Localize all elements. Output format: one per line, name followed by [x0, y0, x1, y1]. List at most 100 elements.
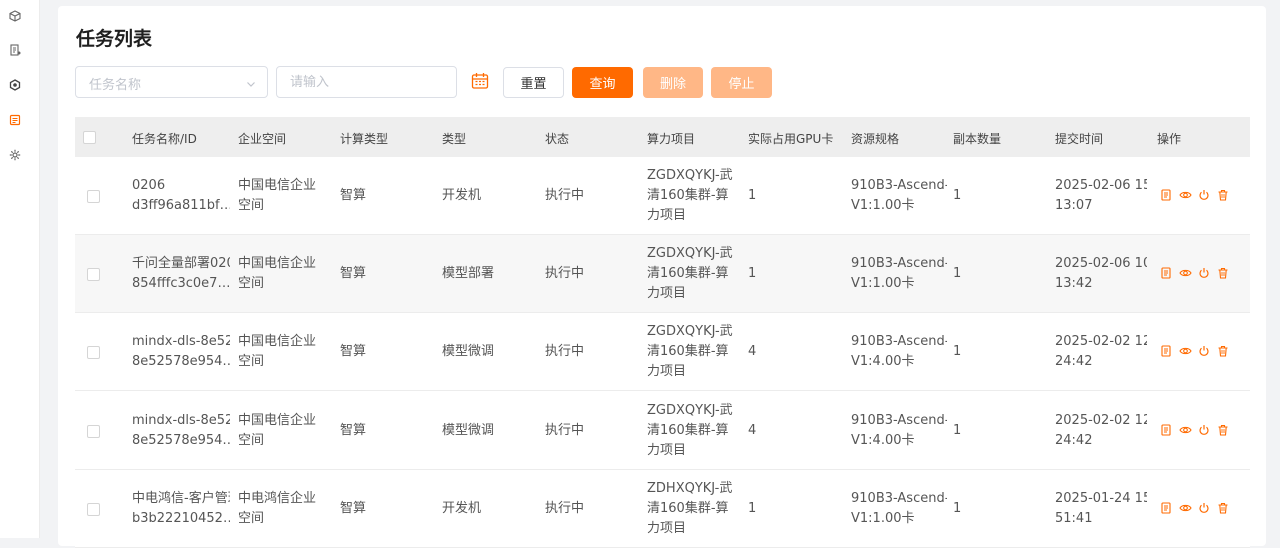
time-line: 13:42: [1055, 276, 1093, 292]
type-cell: 开发机: [442, 500, 482, 516]
trash-icon[interactable]: [1216, 188, 1230, 202]
submit-time-cell: 2025-02-06 10: 13:42: [1055, 254, 1147, 294]
project-line: 清160集群-算: [647, 422, 729, 438]
column-header-type: 类型: [442, 132, 467, 146]
log-icon[interactable]: [1159, 266, 1173, 280]
time-line: 24:42: [1055, 354, 1093, 370]
space-line: 中国电信企业: [238, 178, 317, 193]
row-checkbox[interactable]: [87, 502, 100, 516]
view-icon[interactable]: [1178, 344, 1192, 358]
row-checkbox[interactable]: [87, 424, 100, 438]
project-line: 清160集群-算: [647, 500, 729, 516]
query-button[interactable]: 查询: [572, 67, 633, 98]
settings-icon[interactable]: [8, 148, 22, 162]
space-cell: 中国电信企业 空间: [238, 254, 330, 294]
model-icon[interactable]: [8, 78, 22, 92]
view-icon[interactable]: [1178, 266, 1192, 280]
task-list-icon[interactable]: [8, 113, 22, 127]
column-header-time: 提交时间: [1055, 132, 1104, 146]
table-row[interactable]: mindx-dls-8e52578e52578e954…中国电信企业空间智算模型…: [75, 313, 1250, 392]
time-line: 24:42: [1055, 432, 1093, 448]
task-name-cell[interactable]: 0206 d3ff96a811bf…: [132, 176, 230, 216]
task-name-cell[interactable]: 千问全量部署0206 854fffc3c0e7…: [132, 254, 230, 294]
time-line: 51:41: [1055, 510, 1093, 526]
search-input[interactable]: [276, 66, 457, 98]
project-line: ZGDXQYKJ-武: [647, 324, 733, 340]
project-cell: ZGDXQYKJ-武 清160集群-算 力项目: [647, 244, 743, 304]
submit-time-cell: 2025-02-02 12: 24:42: [1055, 411, 1147, 451]
power-icon[interactable]: [1197, 423, 1211, 437]
spec-line: 910B3-Ascend-: [851, 490, 947, 506]
select-all-checkbox[interactable]: [83, 131, 96, 144]
table-row[interactable]: mindx-dls-8e52578e52578e954…中国电信企业空间智算模型…: [75, 391, 1250, 470]
type-cell: 模型部署: [442, 266, 495, 282]
cube-icon[interactable]: [8, 9, 22, 23]
space-cell: 中国电信企业 空间: [238, 411, 330, 451]
chevron-down-icon: [245, 75, 257, 94]
compute-type-cell: 智算: [340, 188, 367, 203]
time-line: 2025-02-02 12:: [1055, 412, 1147, 428]
column-header-replicas: 副本数量: [953, 132, 1002, 146]
task-name-cell[interactable]: mindx-dls-8e5257 8e52578e954…: [132, 332, 230, 372]
stop-button[interactable]: 停止: [711, 67, 772, 98]
compute-type-cell: 智算: [340, 266, 367, 282]
view-icon[interactable]: [1178, 188, 1192, 202]
project-line: 力项目: [647, 364, 687, 380]
row-checkbox[interactable]: [87, 190, 100, 203]
row-checkbox[interactable]: [87, 268, 100, 282]
power-icon[interactable]: [1197, 344, 1211, 358]
project-line: ZDHXQYKJ-武: [647, 480, 733, 496]
task-name-select[interactable]: 任务名称: [75, 66, 268, 98]
project-line: 清160集群-算: [647, 344, 729, 360]
row-actions: [1159, 423, 1230, 437]
row-actions: [1159, 188, 1230, 202]
power-icon[interactable]: [1197, 188, 1211, 202]
spec-line: 910B3-Ascend-: [851, 334, 947, 350]
view-icon[interactable]: [1178, 423, 1192, 437]
project-line: 清160集群-算: [647, 266, 729, 282]
delete-button[interactable]: 删除: [643, 67, 703, 98]
status-cell: 执行中: [545, 344, 585, 360]
task-id: b3b22210452…: [132, 510, 230, 526]
row-checkbox[interactable]: [87, 346, 100, 360]
table-row[interactable]: 中电鸿信-客户管理 b3b22210452… 中电鸿信企业 空间 智算 开发机 执行中 ZDH…: [75, 469, 1250, 548]
log-icon[interactable]: [1159, 501, 1173, 515]
row-actions: [1159, 501, 1230, 515]
space-line: 空间: [238, 198, 265, 213]
task-id: 8e52578e954…: [132, 354, 230, 370]
log-icon[interactable]: [1159, 344, 1173, 358]
spec-line: V1:1.00卡: [851, 510, 915, 526]
table-row[interactable]: 0206 d3ff96a811bf… 中国电信企业 空间 智算 开发机 执行中 ZGDXQYK…: [75, 157, 1250, 235]
replicas-cell: 1: [953, 188, 962, 203]
replicas-cell: 1: [953, 266, 962, 282]
log-icon[interactable]: [1159, 188, 1173, 202]
trash-icon[interactable]: [1216, 344, 1230, 358]
row-actions: [1159, 266, 1230, 280]
column-header-name: 任务名称/ID: [132, 132, 197, 146]
power-icon[interactable]: [1197, 501, 1211, 515]
power-icon[interactable]: [1197, 266, 1211, 280]
spec-line: V1:1.00卡: [851, 276, 915, 292]
calendar-icon[interactable]: [471, 72, 489, 94]
project-line: 力项目: [647, 286, 687, 302]
trash-icon[interactable]: [1216, 266, 1230, 280]
reset-button[interactable]: 重置: [503, 67, 564, 98]
spec-line: 910B3-Ascend-: [851, 178, 947, 193]
project-line: 力项目: [647, 442, 687, 458]
task-name-cell[interactable]: 中电鸿信-客户管理 b3b22210452…: [132, 489, 230, 529]
view-icon[interactable]: [1178, 501, 1192, 515]
gpu-cell: 4: [748, 344, 757, 360]
trash-icon[interactable]: [1216, 423, 1230, 437]
trash-icon[interactable]: [1216, 501, 1230, 515]
task-name-cell[interactable]: mindx-dls-8e5257 8e52578e954…: [132, 411, 230, 451]
column-header-status: 状态: [545, 132, 570, 146]
log-icon[interactable]: [1159, 423, 1173, 437]
space-line: 空间: [238, 354, 265, 370]
column-header-spec: 资源规格: [851, 132, 900, 146]
project-line: 力项目: [647, 208, 687, 223]
space-line: 空间: [238, 510, 265, 526]
project-line: ZGDXQYKJ-武: [647, 246, 733, 262]
document-icon[interactable]: [8, 43, 22, 57]
table-row[interactable]: 千问全量部署0206854fffc3c0e7…中国电信企业空间智算模型部署执行中…: [75, 235, 1250, 314]
table-header: 任务名称/ID 企业空间 计算类型 类型 状态 算力项目 实际占用GPU卡 资源…: [75, 117, 1250, 157]
